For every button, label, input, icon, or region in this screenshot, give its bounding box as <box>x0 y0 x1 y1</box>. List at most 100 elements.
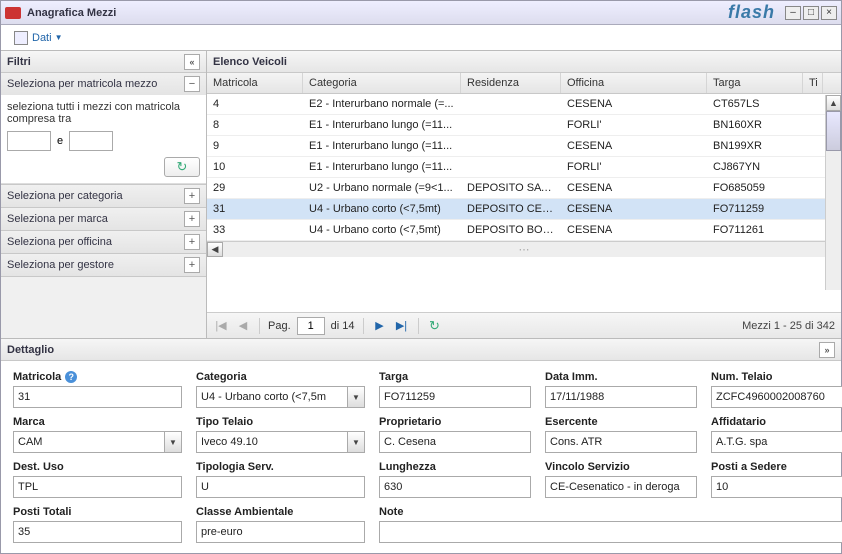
toolbar: Dati ▼ <box>1 25 841 51</box>
lunghezza-input[interactable] <box>379 476 531 498</box>
maximize-button[interactable]: □ <box>803 6 819 20</box>
collapse-left-icon[interactable]: « <box>184 54 200 70</box>
prev-page-button[interactable]: ◀ <box>235 318 251 334</box>
collapse-down-icon[interactable]: » <box>819 342 835 358</box>
affidatario-input[interactable] <box>711 431 842 453</box>
filter-officina-header[interactable]: Seleziona per officina + <box>1 231 206 253</box>
matricola-to-input[interactable] <box>69 131 113 151</box>
filter-categoria-header[interactable]: Seleziona per categoria + <box>1 185 206 207</box>
col-ti[interactable]: Ti <box>803 73 823 93</box>
note-input[interactable] <box>379 521 842 543</box>
table-row[interactable]: 9E1 - Interurbano lungo (=11...CESENABN1… <box>207 136 841 157</box>
table-row[interactable]: 10E1 - Interurbano lungo (=11...FORLI'CJ… <box>207 157 841 178</box>
cell-matricola: 9 <box>207 136 303 156</box>
scroll-track[interactable]: ⋯ <box>223 242 825 257</box>
vertical-scrollbar[interactable]: ▲ <box>825 95 841 290</box>
pager: |◀ ◀ Pag. di 14 ▶ ▶| ↻ Mezzi 1 - 25 di 3… <box>207 312 841 338</box>
scroll-left-icon[interactable]: ◀ <box>207 242 223 257</box>
chevron-down-icon[interactable]: ▼ <box>347 386 365 408</box>
cell-officina: CESENA <box>561 136 707 156</box>
esercente-input[interactable] <box>545 431 697 453</box>
refresh-icon: ↻ <box>177 159 188 175</box>
next-page-button[interactable]: ▶ <box>372 318 388 334</box>
tipologia-serv-input[interactable] <box>196 476 365 498</box>
col-officina[interactable]: Officina <box>561 73 707 93</box>
cell-targa: BN160XR <box>707 115 803 135</box>
first-page-button[interactable]: |◀ <box>213 318 229 334</box>
dest-uso-input[interactable] <box>13 476 182 498</box>
cell-categoria: E1 - Interurbano lungo (=11... <box>303 157 461 177</box>
tipo-telaio-input[interactable] <box>196 431 347 453</box>
col-categoria[interactable]: Categoria <box>303 73 461 93</box>
field-tipologia-serv: Tipologia Serv. <box>196 461 365 498</box>
table-row[interactable]: 31U4 - Urbano corto (<7,5mt)DEPOSITO CES… <box>207 199 841 220</box>
categoria-input[interactable] <box>196 386 347 408</box>
cell-officina: CESENA <box>561 178 707 198</box>
filter-marca-header[interactable]: Seleziona per marca + <box>1 208 206 230</box>
cell-matricola: 31 <box>207 199 303 219</box>
table-row[interactable]: 29U2 - Urbano normale (=9<1...DEPOSITO S… <box>207 178 841 199</box>
field-lunghezza: Lunghezza <box>379 461 531 498</box>
posti-sedere-input[interactable] <box>711 476 842 498</box>
posti-totali-input[interactable] <box>13 521 182 543</box>
field-dest-uso: Dest. Uso <box>13 461 182 498</box>
plus-icon: + <box>184 234 200 250</box>
filter-matricola-body: seleziona tutti i mezzi con matricola co… <box>1 95 206 184</box>
filter-gestore-header[interactable]: Seleziona per gestore + <box>1 254 206 276</box>
vincolo-servizio-input[interactable] <box>545 476 697 498</box>
cell-categoria: U4 - Urbano corto (<7,5mt) <box>303 199 461 219</box>
num-telaio-input[interactable] <box>711 386 842 408</box>
close-button[interactable]: × <box>821 6 837 20</box>
pager-refresh-button[interactable]: ↻ <box>427 318 443 334</box>
cell-matricola: 29 <box>207 178 303 198</box>
table-row[interactable]: 8E1 - Interurbano lungo (=11...FORLI'BN1… <box>207 115 841 136</box>
refresh-filter-button[interactable]: ↻ <box>164 157 200 177</box>
data-imm-input[interactable] <box>545 386 697 408</box>
cell-officina: CESENA <box>561 220 707 240</box>
matricola-from-input[interactable] <box>7 131 51 151</box>
main: Filtri « Seleziona per matricola mezzo −… <box>1 51 841 338</box>
field-classe-ambientale: Classe Ambientale <box>196 506 365 543</box>
table-row[interactable]: 4E2 - Interurbano normale (=...CESENACT6… <box>207 94 841 115</box>
dati-menu-button[interactable]: Dati ▼ <box>7 28 69 48</box>
content-area: Elenco Veicoli Matricola Categoria Resid… <box>207 51 841 338</box>
window-title: Anagrafica Mezzi <box>27 7 116 19</box>
brand-logo: flash <box>728 2 775 23</box>
scroll-up-icon[interactable]: ▲ <box>826 95 841 111</box>
cell-categoria: U4 - Urbano corto (<7,5mt) <box>303 220 461 240</box>
classe-ambientale-input[interactable] <box>196 521 365 543</box>
minimize-button[interactable]: – <box>785 6 801 20</box>
plus-icon: + <box>184 257 200 273</box>
plus-icon: + <box>184 188 200 204</box>
col-targa[interactable]: Targa <box>707 73 803 93</box>
cell-officina: CESENA <box>561 94 707 114</box>
cell-categoria: E1 - Interurbano lungo (=11... <box>303 115 461 135</box>
horizontal-scrollbar[interactable]: ◀ ⋯ ▶ <box>207 241 841 257</box>
chevron-down-icon[interactable]: ▼ <box>347 431 365 453</box>
matricola-input[interactable] <box>13 386 182 408</box>
proprietario-input[interactable] <box>379 431 531 453</box>
marca-input[interactable] <box>13 431 164 453</box>
vehicle-icon <box>5 7 21 19</box>
table-row[interactable]: 33U4 - Urbano corto (<7,5mt)DEPOSITO BOR… <box>207 220 841 241</box>
col-matricola[interactable]: Matricola <box>207 73 303 93</box>
dati-label: Dati <box>32 32 52 44</box>
cell-targa: CT657LS <box>707 94 803 114</box>
col-residenza[interactable]: Residenza <box>461 73 561 93</box>
cell-matricola: 10 <box>207 157 303 177</box>
chevron-down-icon[interactable]: ▼ <box>164 431 182 453</box>
scroll-thumb[interactable] <box>826 111 841 151</box>
cell-matricola: 8 <box>207 115 303 135</box>
cell-residenza <box>461 136 561 156</box>
last-page-button[interactable]: ▶| <box>394 318 410 334</box>
page-input[interactable] <box>297 317 325 335</box>
cell-residenza: DEPOSITO SAVI... <box>461 178 561 198</box>
filter-matricola-header[interactable]: Seleziona per matricola mezzo − <box>1 73 206 95</box>
field-targa: Targa <box>379 371 531 408</box>
detail-panel: Dettaglio » Matricola? Categoria ▼ Targa… <box>1 338 841 553</box>
cell-residenza <box>461 115 561 135</box>
help-icon[interactable]: ? <box>65 371 77 383</box>
cell-targa: FO711259 <box>707 199 803 219</box>
field-esercente: Esercente <box>545 416 697 453</box>
targa-input[interactable] <box>379 386 531 408</box>
